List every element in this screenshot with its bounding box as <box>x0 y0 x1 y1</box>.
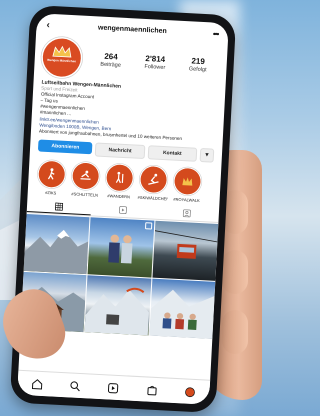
profile-stats: 264 Beiträge 2'814 Follower 219 Gefolgt <box>88 51 219 74</box>
stat-number: 2'814 <box>145 53 166 64</box>
group-photo <box>149 289 215 339</box>
highlight-item[interactable]: #SCHLITTELN <box>70 162 102 198</box>
more-options-icon[interactable]: ••• <box>206 29 219 38</box>
post-thumbnail[interactable] <box>84 275 152 336</box>
stat-number: 264 <box>104 51 118 62</box>
profile-avatar[interactable]: Wengen Männlichen <box>41 37 82 78</box>
post-thumbnail[interactable] <box>87 217 155 278</box>
sled-icon <box>80 170 91 180</box>
grid-icon <box>54 202 64 211</box>
home-icon[interactable] <box>31 377 44 390</box>
profile-bio: Luftseilbahn Wengen-Männlichen Sport und… <box>31 79 226 144</box>
multi-photo-icon <box>144 222 152 230</box>
tagged-icon <box>182 209 191 218</box>
hiking-icon <box>115 171 124 183</box>
tab-reels[interactable] <box>91 202 156 217</box>
stat-label: Follower <box>144 63 166 72</box>
reels-icon <box>118 205 127 214</box>
post-thumbnail[interactable] <box>23 213 90 275</box>
back-arrow-icon[interactable]: ‹ <box>46 19 59 31</box>
highlight-item[interactable]: #ROYALWALK <box>171 167 203 203</box>
more-button[interactable]: ▾ <box>199 147 215 163</box>
highlight-label: #ROYALWALK <box>173 196 200 203</box>
avatar-logo-text: Wengen Männlichen <box>47 57 77 64</box>
crown-icon <box>52 45 72 58</box>
stat-label: Beiträge <box>100 61 121 69</box>
stat-followers[interactable]: 2'814 Follower <box>144 54 166 71</box>
tab-tagged[interactable] <box>155 206 220 221</box>
ski-icon <box>148 173 159 185</box>
profile-username: wengenmaennlichen <box>97 23 167 35</box>
profile-nav-icon[interactable] <box>184 385 197 398</box>
highlight-cover <box>105 163 134 192</box>
bottom-navigation <box>17 369 211 405</box>
gondola-photo <box>154 230 218 259</box>
hand-finger <box>222 310 248 354</box>
search-icon[interactable] <box>69 379 82 392</box>
contact-button[interactable]: Kontakt <box>147 145 198 162</box>
post-thumbnail[interactable] <box>152 220 219 281</box>
highlight-cover <box>72 162 100 190</box>
paraglider-photo <box>84 287 150 336</box>
stat-posts[interactable]: 264 Beiträge <box>100 52 121 69</box>
highlight-item[interactable]: #SKIWÄLDCHEN <box>137 165 170 202</box>
highlight-cover <box>139 165 168 194</box>
highlight-label: #WANDERN <box>107 193 131 200</box>
crown-icon <box>182 177 193 186</box>
post-thumbnail[interactable] <box>149 278 216 339</box>
mountain-photo <box>23 229 89 275</box>
reels-nav-icon[interactable] <box>107 381 120 394</box>
highlight-label: #ZIKS <box>45 189 57 196</box>
highlight-label: #SKIWÄLDCHEN <box>137 194 168 202</box>
shop-icon[interactable] <box>146 383 159 396</box>
hiker-icon <box>47 168 55 180</box>
stat-number: 219 <box>191 56 206 67</box>
stat-label: Gefolgt <box>188 66 207 74</box>
hand-finger <box>222 250 248 294</box>
follow-button[interactable]: Abonnieren <box>37 139 93 155</box>
highlight-item[interactable]: #ZIKS <box>36 160 68 196</box>
highlight-item[interactable]: #WANDERN <box>104 163 136 200</box>
stat-following[interactable]: 219 Gefolgt <box>189 56 208 73</box>
highlight-cover <box>38 160 66 188</box>
message-button[interactable]: Nachricht <box>95 142 146 159</box>
highlight-cover <box>173 167 202 195</box>
highlight-label: #SCHLITTELN <box>71 191 99 198</box>
